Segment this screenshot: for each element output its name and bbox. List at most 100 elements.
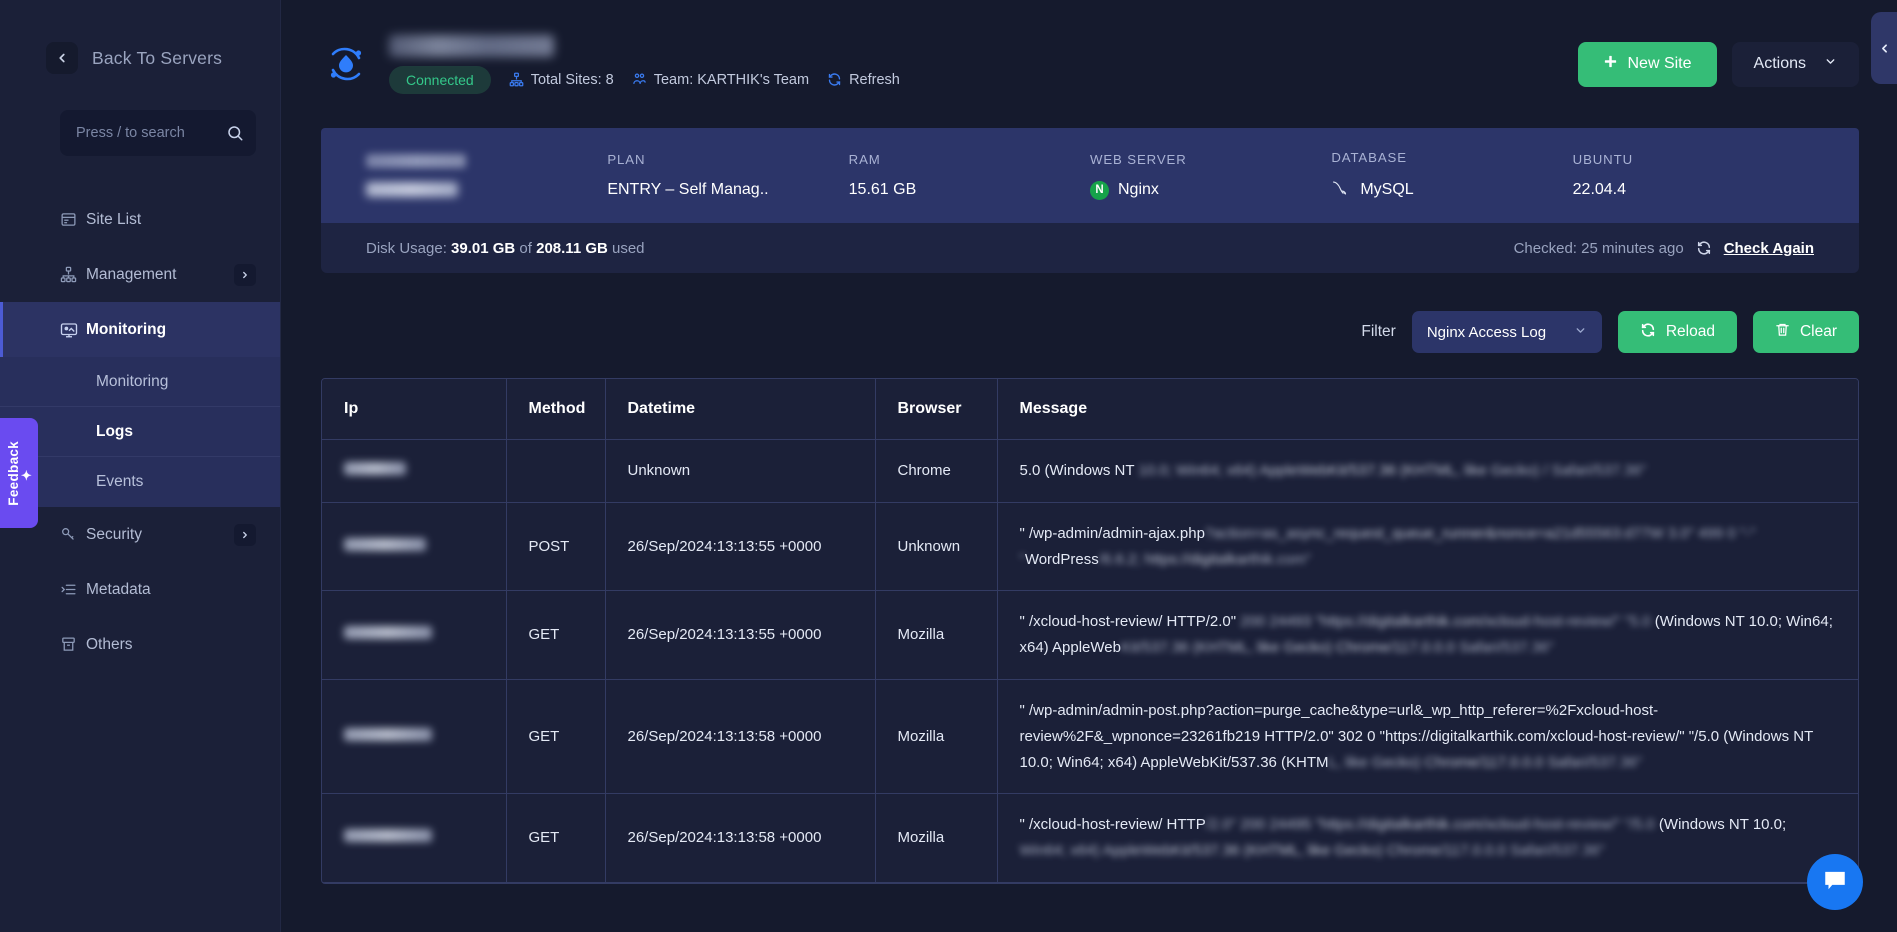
back-to-servers[interactable]: Back To Servers <box>0 0 280 74</box>
ip-address-value-redacted <box>366 182 458 197</box>
sidebar-submenu-monitoring: Monitoring Logs Events <box>0 357 280 507</box>
cell-method: GET <box>506 590 606 680</box>
stat-ram: RAM 15.61 GB <box>849 152 1090 199</box>
table-header-row: Ip Method Datetime Browser Message <box>322 379 1858 440</box>
chevron-right-icon[interactable] <box>234 263 256 286</box>
reload-button[interactable]: Reload <box>1617 311 1737 353</box>
refresh-button[interactable]: Refresh <box>827 72 900 88</box>
feedback-label: Feedback <box>5 440 21 506</box>
ip-redacted <box>344 829 432 843</box>
check-again-link[interactable]: Check Again <box>1724 240 1814 257</box>
header-actions: New Site Actions <box>1577 41 1859 87</box>
chat-support-button[interactable] <box>1807 854 1863 910</box>
log-type-select[interactable]: Nginx Access Log <box>1411 311 1602 353</box>
table-row[interactable]: GET 26/Sep/2024:13:13:58 +0000 Mozilla "… <box>322 793 1858 883</box>
new-site-label: New Site <box>1627 55 1692 72</box>
total-sites-chip: Total Sites: 8 <box>509 72 614 88</box>
sidebar-item-management[interactable]: Management <box>0 247 280 302</box>
collapse-panel-button[interactable] <box>1871 12 1897 84</box>
list-icon <box>60 581 86 598</box>
message-redacted: 10.0; Win64; x64) AppleWebKit/537.36 (KH… <box>1138 462 1647 479</box>
trash-icon <box>1775 322 1790 342</box>
refresh-label: Refresh <box>849 71 900 88</box>
sidebar-subitem-events[interactable]: Events <box>0 457 280 507</box>
sidebar-item-label: Management <box>86 265 177 283</box>
ip-redacted <box>344 537 426 551</box>
back-chevron-icon[interactable] <box>46 42 78 74</box>
refresh-icon[interactable] <box>827 72 842 87</box>
logs-table: Ip Method Datetime Browser Message Unkno… <box>321 378 1859 884</box>
search-input[interactable] <box>76 125 226 141</box>
sidebar-item-site-list[interactable]: Site List <box>0 192 280 247</box>
actions-button[interactable]: Actions <box>1731 41 1859 87</box>
search-box[interactable] <box>60 110 256 156</box>
cell-browser: Mozilla <box>875 679 998 795</box>
status-badge: Connected <box>389 65 491 94</box>
key-icon <box>60 526 86 543</box>
stat-value: ENTRY – Self Manag.. <box>607 181 769 198</box>
column-header-datetime[interactable]: Datetime <box>605 379 876 440</box>
column-header-method[interactable]: Method <box>506 379 606 440</box>
column-header-message[interactable]: Message <box>997 379 1858 440</box>
sidebar-item-security[interactable]: Security <box>0 507 280 562</box>
table-row[interactable]: GET 26/Sep/2024:13:13:55 +0000 Mozilla "… <box>322 590 1858 680</box>
table-row[interactable]: Unknown Chrome 5.0 (Windows NT 10.0; Win… <box>322 439 1858 503</box>
logs-table-element: Ip Method Datetime Browser Message Unkno… <box>322 379 1858 883</box>
back-label: Back To Servers <box>92 47 223 68</box>
sidebar-subitem-logs[interactable]: Logs <box>0 407 280 457</box>
table-row[interactable]: POST 26/Sep/2024:13:13:55 +0000 Unknown … <box>322 502 1858 592</box>
cell-message: " /xcloud-host-review/ HTTP/2.0" 200 244… <box>997 793 1858 883</box>
nginx-icon: N <box>1089 180 1109 200</box>
cell-datetime: 26/Sep/2024:13:13:58 +0000 <box>605 793 876 883</box>
sidebar-subitem-label: Logs <box>96 422 134 440</box>
cell-browser: Chrome <box>875 439 998 503</box>
stat-label: UBUNTU <box>1572 152 1633 167</box>
sidebar-item-label: Others <box>86 635 133 653</box>
reload-label: Reload <box>1665 323 1715 340</box>
refresh-check-icon[interactable] <box>1696 240 1712 256</box>
stat-database: DATABASE MySQL <box>1331 150 1572 202</box>
archive-icon <box>60 636 86 653</box>
message-visible-2: (Windows NT 10.0; <box>1658 816 1787 834</box>
cell-datetime: 26/Sep/2024:13:13:55 +0000 <box>605 590 876 680</box>
search-icon[interactable] <box>226 124 244 142</box>
server-meta: Connected Total Sites: 8 Team: KARTHIK's… <box>389 34 900 94</box>
table-body: Unknown Chrome 5.0 (Windows NT 10.0; Win… <box>322 439 1858 883</box>
cell-method: POST <box>506 502 606 592</box>
column-header-browser[interactable]: Browser <box>875 379 998 440</box>
browser-icon <box>60 211 86 228</box>
team-chip: Team: KARTHIK's Team <box>632 72 809 88</box>
cell-ip <box>322 502 507 592</box>
clear-button[interactable]: Clear <box>1752 311 1859 353</box>
table-row[interactable]: GET 26/Sep/2024:13:13:58 +0000 Mozilla "… <box>322 679 1858 795</box>
cell-browser: Mozilla <box>875 793 998 883</box>
server-name-redacted <box>389 34 554 57</box>
message-visible: " /wp-admin/admin-ajax.php <box>1019 524 1205 542</box>
disk-usage-bar: Disk Usage: 39.01 GB of 208.11 GB used C… <box>321 223 1859 273</box>
sidebar-item-monitoring[interactable]: Monitoring <box>0 302 280 357</box>
feedback-tab[interactable]: Feedback ✦ <box>0 418 38 528</box>
total-sites-label: Total Sites: 8 <box>530 71 614 88</box>
message-visible-2: WordPress <box>1024 550 1099 568</box>
new-site-button[interactable]: New Site <box>1577 41 1717 87</box>
table-head: Ip Method Datetime Browser Message <box>322 379 1858 440</box>
sidebar-item-metadata[interactable]: Metadata <box>0 562 280 617</box>
sidebar-item-label: Site List <box>86 210 142 228</box>
stat-label: DATABASE <box>1331 149 1407 165</box>
cell-datetime: 26/Sep/2024:13:13:55 +0000 <box>605 502 876 592</box>
sidebar-subitem-monitoring[interactable]: Monitoring <box>0 357 280 407</box>
cell-datetime: Unknown <box>605 439 876 503</box>
sidebar-subitem-label: Events <box>96 473 144 490</box>
column-header-ip[interactable]: Ip <box>322 379 507 440</box>
stat-label: RAM <box>848 152 881 167</box>
message-visible: " /xcloud-host-review/ HTTP/2.0" <box>1019 613 1237 631</box>
plus-icon <box>1603 54 1618 74</box>
sidebar-item-label: Metadata <box>86 580 151 598</box>
message-redacted: L, like Gecko) Chrome/117.0.0.0 Safari/5… <box>1328 753 1643 771</box>
server-meta-row: Connected Total Sites: 8 Team: KARTHIK's… <box>389 65 900 94</box>
disk-check-group: Checked: 25 minutes ago Check Again <box>1514 240 1814 257</box>
disk-usage-prefix: Disk Usage: <box>366 239 447 257</box>
chevron-right-icon[interactable] <box>234 523 256 546</box>
reload-icon <box>1640 322 1656 343</box>
sidebar-item-others[interactable]: Others <box>0 617 280 672</box>
